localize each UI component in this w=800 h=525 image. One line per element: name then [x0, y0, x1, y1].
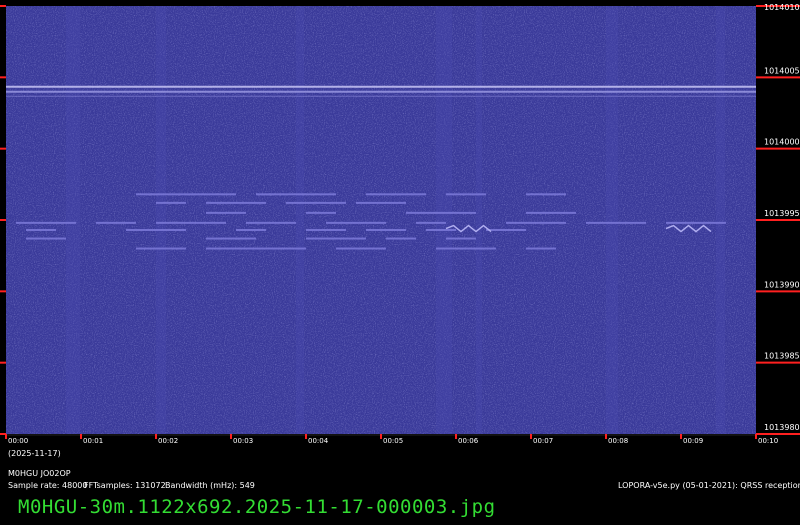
signal-dash — [136, 247, 186, 250]
signal-dash — [386, 237, 416, 240]
signal-dash — [366, 193, 426, 196]
signal-dash — [326, 221, 386, 224]
signal-dash — [256, 193, 336, 196]
signal-dash — [206, 211, 246, 214]
signal-dash — [356, 201, 406, 204]
x-tick-label: 00:03 — [233, 437, 253, 445]
station-callsign: M0HGU JO02OP — [8, 469, 71, 478]
y-tick-label: 10139850 — [764, 352, 800, 361]
noise-texture — [6, 6, 756, 434]
x-tick-label: 00:04 — [308, 437, 329, 445]
x-tick-label: 00:10 — [758, 437, 778, 445]
y-tick-label: 10140100 — [764, 3, 800, 12]
signal-dash — [26, 237, 66, 240]
signal-dash — [526, 247, 556, 250]
signal-dash — [406, 211, 476, 214]
signal-dash — [526, 211, 576, 214]
x-tick-label: 00:07 — [533, 437, 553, 445]
signal-dash — [436, 247, 496, 250]
carrier-line — [6, 85, 756, 88]
x-tick-label: 00:01 — [83, 437, 103, 445]
vertical-band — [296, 6, 304, 434]
signal-dash — [426, 228, 456, 231]
signal-dash — [156, 201, 186, 204]
signal-dash — [246, 221, 296, 224]
signal-dash — [126, 228, 186, 231]
signal-dash — [16, 221, 76, 224]
x-tick-label: 00:02 — [158, 437, 178, 445]
image-filename: M0HGU-30m.1122x692.2025-11-17-000003.jpg — [18, 496, 496, 518]
signal-dash — [306, 228, 346, 231]
signal-dash — [206, 201, 266, 204]
vertical-band — [716, 6, 725, 434]
signal-dash — [486, 228, 526, 231]
sample-rate-text: Sample rate: 48000 — [8, 481, 88, 490]
y-tick-label: 10139800 — [764, 423, 800, 432]
vertical-band — [156, 6, 166, 434]
vertical-band — [476, 6, 482, 434]
signal-dash — [416, 221, 446, 224]
signal-dash — [666, 221, 726, 224]
x-tick-label: 00:06 — [458, 437, 479, 445]
spectrogram-chart: 10140100 10140050 10140000 10139950 10139900… — [0, 3, 800, 445]
y-tick-label: 10140050 — [764, 66, 800, 75]
signal-dash — [586, 221, 646, 224]
fft-samples-text: FFTsamples: 131072 — [84, 481, 166, 490]
signal-dash — [206, 247, 306, 250]
date-label: (2025-11-17) — [8, 449, 61, 458]
signal-dash — [96, 221, 136, 224]
signal-dash — [306, 237, 366, 240]
signal-dash — [136, 193, 236, 196]
signal-dash — [236, 228, 266, 231]
signal-dash — [206, 237, 256, 240]
x-tick-label: 00:09 — [683, 437, 703, 445]
vertical-band — [436, 6, 452, 434]
vertical-band — [606, 6, 618, 434]
x-tick-label: 00:05 — [383, 437, 403, 445]
bandwidth-text: Bandwidth (mHz): 549 — [165, 481, 255, 490]
signal-dash — [526, 193, 566, 196]
y-tick-label: 10139950 — [764, 209, 800, 218]
signal-dash — [286, 201, 346, 204]
signal-dash — [156, 221, 226, 224]
grabber-window: 10140100 10140050 10140000 10139950 10139900… — [0, 0, 800, 525]
signal-dash — [446, 193, 486, 196]
signal-dash — [506, 221, 566, 224]
y-tick-label: 10139900 — [764, 280, 800, 289]
signal-dash — [446, 237, 476, 240]
x-tick-label: 00:08 — [608, 437, 628, 445]
signal-dash — [366, 228, 406, 231]
x-tick-label: 00:00 — [8, 437, 28, 445]
signal-dash — [26, 228, 56, 231]
signal-dash — [306, 211, 336, 214]
signal-dash — [336, 247, 386, 250]
software-version-text: LOPORA-v5e.py (05-01-2021): QRSS recepti… — [618, 481, 800, 490]
carrier-line — [6, 95, 756, 97]
vertical-band — [66, 6, 80, 434]
y-tick-label: 10140000 — [764, 138, 800, 147]
carrier-line — [6, 90, 756, 93]
